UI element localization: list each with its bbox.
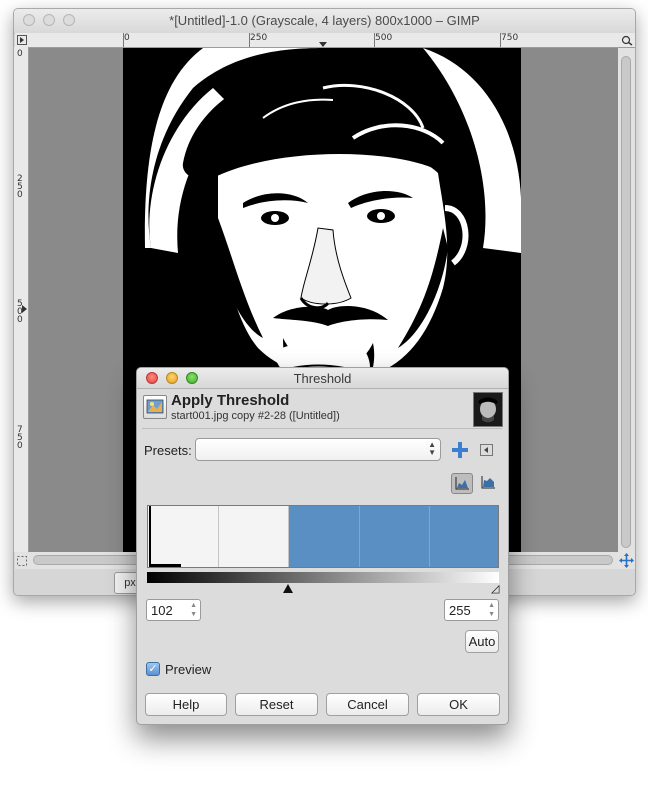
vertical-scrollbar[interactable] bbox=[618, 48, 635, 552]
navigate-icon bbox=[619, 553, 634, 568]
dialog-title: Threshold bbox=[293, 371, 352, 386]
h-ruler-label-250: 250 bbox=[250, 33, 268, 43]
log-histogram-icon bbox=[481, 476, 495, 489]
quick-mask-icon bbox=[17, 556, 27, 566]
ruler-tick bbox=[123, 33, 124, 47]
grid-line bbox=[218, 506, 219, 567]
h-ruler-label-750: 750 bbox=[501, 33, 519, 43]
quick-mask-toggle[interactable] bbox=[15, 552, 28, 569]
reset-button[interactable]: Reset bbox=[235, 693, 318, 716]
preview-label: Preview bbox=[165, 662, 212, 677]
vertical-ruler[interactable]: 0 250 500 750 bbox=[14, 47, 29, 552]
high-threshold-value: 255 bbox=[449, 603, 471, 618]
ok-button[interactable]: OK bbox=[417, 693, 500, 716]
image-menu-button[interactable] bbox=[15, 33, 29, 48]
histogram-low-values bbox=[151, 564, 181, 567]
pointer-position-marker bbox=[22, 305, 27, 313]
log-histogram-button[interactable] bbox=[478, 473, 500, 494]
low-threshold-spinbox[interactable]: 102 ▲ ▼ bbox=[146, 599, 201, 621]
divider bbox=[142, 428, 502, 429]
threshold-tool-icon bbox=[143, 395, 167, 419]
preview-checkbox[interactable]: ✓ bbox=[146, 662, 160, 676]
image-thumbnail bbox=[473, 392, 503, 427]
image-window-title: *[Untitled]-1.0 (Grayscale, 4 layers) 80… bbox=[169, 13, 480, 28]
pointer-position-marker bbox=[319, 42, 327, 47]
zoom-toggle-button[interactable] bbox=[618, 33, 635, 48]
high-threshold-marker[interactable]: ◿ bbox=[491, 582, 499, 595]
linear-histogram-button[interactable] bbox=[451, 473, 473, 494]
dialog-heading: Apply Threshold bbox=[171, 392, 290, 409]
menu-arrow-icon bbox=[17, 35, 27, 45]
presets-label: Presets: bbox=[144, 443, 192, 458]
low-threshold-marker[interactable] bbox=[283, 584, 293, 593]
image-window-titlebar: *[Untitled]-1.0 (Grayscale, 4 layers) 80… bbox=[14, 9, 635, 34]
value-gradient-bar bbox=[147, 572, 499, 583]
linear-histogram-icon bbox=[455, 477, 469, 490]
high-threshold-spinbox[interactable]: 255 ▲ ▼ bbox=[444, 599, 499, 621]
ruler-tick bbox=[500, 33, 501, 47]
add-preset-button[interactable] bbox=[450, 440, 472, 460]
h-ruler-label-0: 0 bbox=[124, 33, 130, 43]
ruler-tick bbox=[374, 33, 375, 47]
presets-menu-button[interactable] bbox=[478, 441, 500, 461]
v-ruler-label-250: 250 bbox=[17, 174, 23, 200]
dialog-titlebar: Threshold bbox=[137, 368, 508, 389]
threshold-dialog: Threshold Apply Threshold start001.jpg c… bbox=[136, 367, 509, 725]
grid-line bbox=[288, 506, 289, 567]
grid-line bbox=[429, 506, 430, 567]
dialog-subtitle: start001.jpg copy #2-28 ([Untitled]) bbox=[171, 410, 340, 422]
grid-line bbox=[359, 506, 360, 567]
auto-button[interactable]: Auto bbox=[465, 630, 499, 653]
cancel-button[interactable]: Cancel bbox=[326, 693, 409, 716]
horizontal-ruler[interactable]: 0 250 500 750 bbox=[28, 33, 618, 48]
threshold-range-selection bbox=[288, 506, 498, 567]
presets-combobox[interactable]: ▲ ▼ bbox=[195, 438, 441, 461]
histogram-peak-black bbox=[149, 506, 151, 567]
low-threshold-value: 102 bbox=[151, 603, 173, 618]
magnifier-icon bbox=[621, 35, 633, 46]
ruler-tick bbox=[249, 33, 250, 47]
v-ruler-label-750: 750 bbox=[17, 425, 23, 451]
histogram[interactable] bbox=[147, 505, 499, 568]
spin-arrows-icon[interactable]: ▲ ▼ bbox=[190, 601, 197, 619]
portrait-thumbnail bbox=[474, 393, 502, 426]
plus-icon bbox=[452, 442, 468, 458]
spin-arrows-icon[interactable]: ▲ ▼ bbox=[488, 601, 495, 619]
vertical-scroll-thumb[interactable] bbox=[621, 56, 631, 548]
combo-arrows-icon: ▲ ▼ bbox=[428, 440, 436, 457]
h-ruler-label-500: 500 bbox=[375, 33, 393, 43]
help-button[interactable]: Help bbox=[145, 693, 227, 716]
threshold-icon bbox=[146, 399, 164, 414]
navigate-button[interactable] bbox=[618, 552, 635, 569]
v-ruler-label-0: 0 bbox=[17, 49, 23, 59]
menu-arrow-icon bbox=[480, 444, 493, 456]
